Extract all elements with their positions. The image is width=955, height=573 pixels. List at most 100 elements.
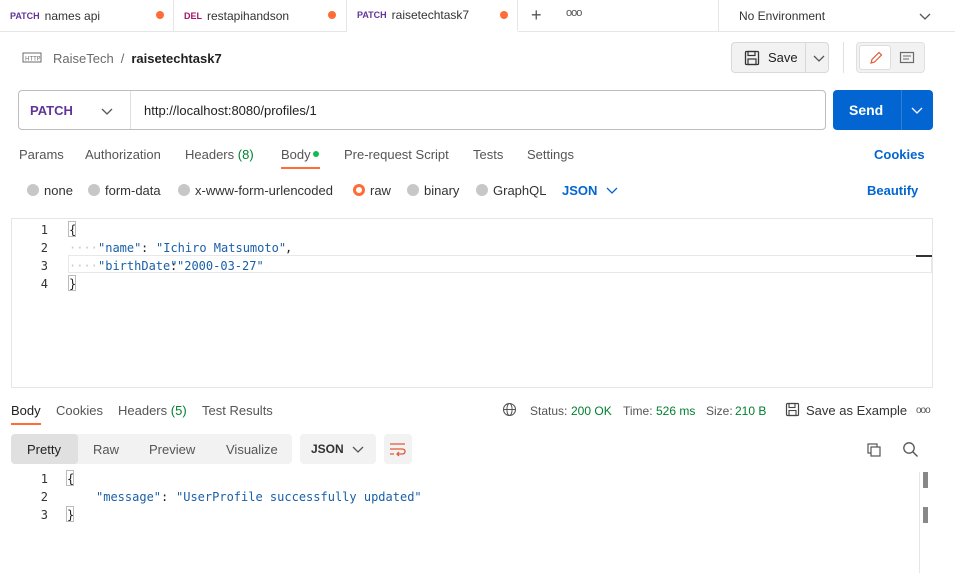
globe-icon[interactable] — [502, 402, 517, 417]
response-tab-headers[interactable]: Headers (5) — [118, 403, 187, 418]
time-label: Time: — [623, 404, 653, 418]
response-tab-body[interactable]: Body — [11, 403, 41, 418]
tab-headers-label: Headers — [185, 147, 235, 162]
request-name[interactable]: raisetechtask7 — [131, 51, 221, 66]
status-label: Status: — [530, 404, 568, 418]
chevron-down-icon[interactable] — [813, 53, 825, 63]
send-divider — [901, 90, 902, 130]
chevron-down-icon[interactable] — [911, 105, 923, 115]
code-close-brace: } — [69, 277, 77, 291]
scrollbar-thumb[interactable] — [923, 472, 928, 488]
time-value[interactable]: 526 ms — [656, 404, 695, 418]
tab-raisetechtask7[interactable]: PATCH raisetechtask7 — [347, 0, 518, 32]
response-view-modes: Pretty Raw Preview Visualize — [11, 434, 292, 464]
pencil-icon — [870, 51, 883, 64]
chevron-down-icon — [919, 13, 931, 20]
tab-pre-request-script[interactable]: Pre-request Script — [344, 147, 449, 162]
tab-method: DEL — [184, 11, 202, 21]
line-number: 2 — [40, 490, 48, 504]
search-icon[interactable] — [902, 441, 919, 458]
unsaved-dot-icon — [156, 11, 164, 19]
view-visualize[interactable]: Visualize — [226, 442, 278, 457]
save-label: Save — [768, 50, 798, 65]
body-format-select[interactable]: JSON — [562, 183, 597, 198]
view-toggle-group — [856, 42, 925, 73]
line-number: 1 — [40, 472, 48, 486]
more-options-icon[interactable]: ooo — [916, 405, 931, 416]
unsaved-dot-icon — [500, 11, 508, 19]
option-none[interactable]: none — [44, 183, 73, 198]
new-tab-plus-icon[interactable]: + — [531, 5, 542, 26]
chevron-down-icon[interactable] — [606, 185, 618, 195]
response-open-brace: { — [67, 472, 75, 486]
code-value-name: "Ichiro Matsumoto" — [156, 241, 287, 255]
method-selector[interactable]: PATCH — [19, 91, 131, 129]
scrollbar-track[interactable] — [919, 472, 920, 573]
svg-text:HTTP: HTTP — [25, 56, 41, 63]
copy-icon[interactable] — [866, 442, 882, 458]
tab-body-label: Body — [281, 147, 311, 162]
view-raw[interactable]: Raw — [93, 442, 119, 457]
radio-none[interactable] — [27, 184, 39, 196]
response-tab-headers-count: (5) — [170, 403, 187, 418]
tab-title: raisetechtask7 — [391, 8, 470, 22]
tab-params[interactable]: Params — [19, 147, 64, 162]
status-value[interactable]: 200 OK — [571, 404, 612, 418]
edit-mode-button[interactable] — [859, 45, 891, 70]
view-preview[interactable]: Preview — [149, 442, 195, 457]
code-key-birthdate: "birthDate" — [98, 259, 178, 273]
more-options-icon[interactable]: ooo — [566, 7, 582, 19]
tab-body[interactable]: Body — [281, 147, 311, 162]
radio-form-data[interactable] — [88, 184, 100, 196]
request-body-editor[interactable]: 1 2 3 4 { ···· "name" : "Ichiro Matsumot… — [11, 218, 933, 388]
view-pretty[interactable]: Pretty — [27, 442, 61, 457]
option-graphql[interactable]: GraphQL — [493, 183, 546, 198]
line-number: 3 — [40, 508, 48, 522]
response-format-select[interactable]: JSON — [300, 434, 376, 464]
tab-title: restapihandson — [207, 9, 290, 23]
documentation-icon[interactable] — [899, 50, 915, 66]
radio-raw-selected[interactable] — [353, 184, 365, 196]
tab-authorization[interactable]: Authorization — [85, 147, 161, 162]
tab-names-api[interactable]: PATCH names api — [0, 0, 174, 32]
tab-restapihandson[interactable]: DEL restapihandson — [174, 0, 347, 32]
wrap-lines-button[interactable] — [384, 434, 412, 464]
save-button[interactable]: Save — [731, 42, 829, 73]
option-form-data[interactable]: form-data — [105, 183, 161, 198]
response-body-viewer[interactable]: 1 2 3 { "message" : "UserProfile success… — [0, 470, 955, 573]
option-urlencoded[interactable]: x-www-form-urlencoded — [195, 183, 333, 198]
environment-selector[interactable]: No Environment — [718, 0, 955, 32]
scrollbar-thumb[interactable] — [923, 507, 928, 523]
environment-label: No Environment — [739, 9, 826, 23]
beautify-link[interactable]: Beautify — [867, 183, 918, 198]
response-colon: : — [161, 490, 169, 504]
tab-settings[interactable]: Settings — [527, 147, 574, 162]
save-example-icon[interactable] — [785, 402, 800, 417]
response-tab-test-results[interactable]: Test Results — [202, 403, 273, 418]
radio-urlencoded[interactable] — [178, 184, 190, 196]
tab-method: PATCH — [357, 10, 387, 20]
size-value[interactable]: 210 B — [735, 404, 766, 418]
option-binary[interactable]: binary — [424, 183, 459, 198]
breadcrumb-collection[interactable]: RaiseTech — [53, 51, 114, 66]
response-value-message: "UserProfile successfully updated" — [176, 490, 422, 504]
url-input[interactable]: http://localhost:8080/profiles/1 — [131, 103, 317, 118]
send-label: Send — [849, 102, 884, 118]
response-close-brace: } — [67, 508, 75, 522]
response-body-tab-underline — [11, 423, 41, 425]
send-button[interactable]: Send — [833, 90, 933, 130]
response-tab-headers-label: Headers — [118, 403, 168, 418]
response-tab-cookies[interactable]: Cookies — [56, 403, 103, 418]
option-raw[interactable]: raw — [370, 183, 391, 198]
code-comma: , — [285, 241, 293, 255]
line-number: 3 — [40, 259, 48, 273]
tab-tests[interactable]: Tests — [473, 147, 503, 162]
code-open-brace: { — [69, 223, 77, 237]
radio-graphql[interactable] — [476, 184, 488, 196]
cookies-link[interactable]: Cookies — [874, 147, 925, 162]
line-number: 2 — [40, 241, 48, 255]
save-as-example-button[interactable]: Save as Example — [806, 403, 907, 418]
tab-headers[interactable]: Headers (8) — [185, 147, 254, 162]
tab-method: PATCH — [10, 11, 40, 21]
radio-binary[interactable] — [407, 184, 419, 196]
